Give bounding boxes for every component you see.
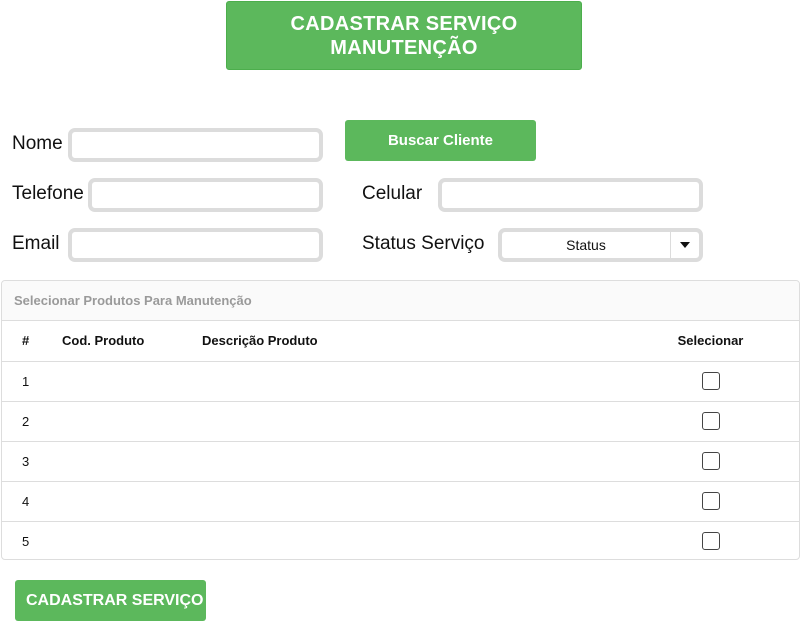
select-product-checkbox[interactable] — [701, 372, 720, 390]
status-select[interactable]: Status — [498, 228, 703, 262]
row-number: 2 — [2, 401, 62, 442]
row-number: 4 — [2, 481, 62, 522]
telefone-input[interactable] — [88, 178, 323, 212]
buscar-cliente-button[interactable]: Buscar Cliente — [345, 120, 536, 161]
telefone-label: Telefone — [12, 183, 84, 204]
cadastrar-servico-button[interactable]: CADASTRAR SERVIÇO — [15, 580, 206, 621]
products-table: # Cod. Produto Descrição Produto Selecio… — [2, 321, 799, 561]
products-panel-title: Selecionar Produtos Para Manutenção — [2, 281, 799, 321]
table-row: 2 — [2, 401, 799, 442]
row-cod-produto — [62, 401, 202, 442]
column-header-descricao-produto: Descrição Produto — [202, 321, 622, 362]
products-panel: Selecionar Produtos Para Manutenção # Co… — [1, 280, 800, 560]
row-descricao-produto — [202, 361, 622, 402]
nome-input[interactable] — [68, 128, 323, 162]
select-product-checkbox[interactable] — [701, 532, 720, 551]
row-number: 3 — [2, 441, 62, 482]
row-descricao-produto — [202, 521, 622, 561]
caret-down-icon[interactable] — [670, 232, 699, 258]
row-cod-produto — [62, 481, 202, 522]
celular-input[interactable] — [438, 178, 703, 212]
celular-label: Celular — [362, 183, 423, 204]
select-product-checkbox[interactable] — [701, 452, 720, 470]
table-row: 4 — [2, 481, 799, 522]
email-input[interactable] — [68, 228, 323, 262]
nome-label: Nome — [12, 133, 63, 154]
row-descricao-produto — [202, 401, 622, 442]
table-row: 1 — [2, 361, 799, 402]
row-cod-produto — [62, 441, 202, 482]
row-cod-produto — [62, 521, 202, 561]
column-header-cod-produto: Cod. Produto — [62, 321, 202, 362]
table-header-row: # Cod. Produto Descrição Produto Selecio… — [2, 321, 799, 362]
status-selected-value: Status — [566, 237, 606, 253]
select-product-checkbox[interactable] — [701, 412, 720, 430]
page-title-line1: CADASTRAR SERVIÇO — [290, 12, 518, 35]
page-title-line2: MANUTENÇÃO — [330, 36, 478, 59]
page-title: CADASTRAR SERVIÇO MANUTENÇÃO — [226, 1, 582, 70]
column-header-selecionar: Selecionar — [622, 321, 799, 362]
row-descricao-produto — [202, 441, 622, 482]
email-label: Email — [12, 233, 60, 254]
table-row: 5 — [2, 521, 799, 561]
column-header-num: # — [2, 321, 62, 362]
row-descricao-produto — [202, 481, 622, 522]
row-cod-produto — [62, 361, 202, 402]
row-number: 5 — [22, 533, 30, 549]
select-product-checkbox[interactable] — [701, 492, 720, 510]
status-servico-label: Status Serviço — [362, 233, 485, 254]
table-row: 3 — [2, 441, 799, 482]
row-number: 1 — [2, 361, 62, 402]
